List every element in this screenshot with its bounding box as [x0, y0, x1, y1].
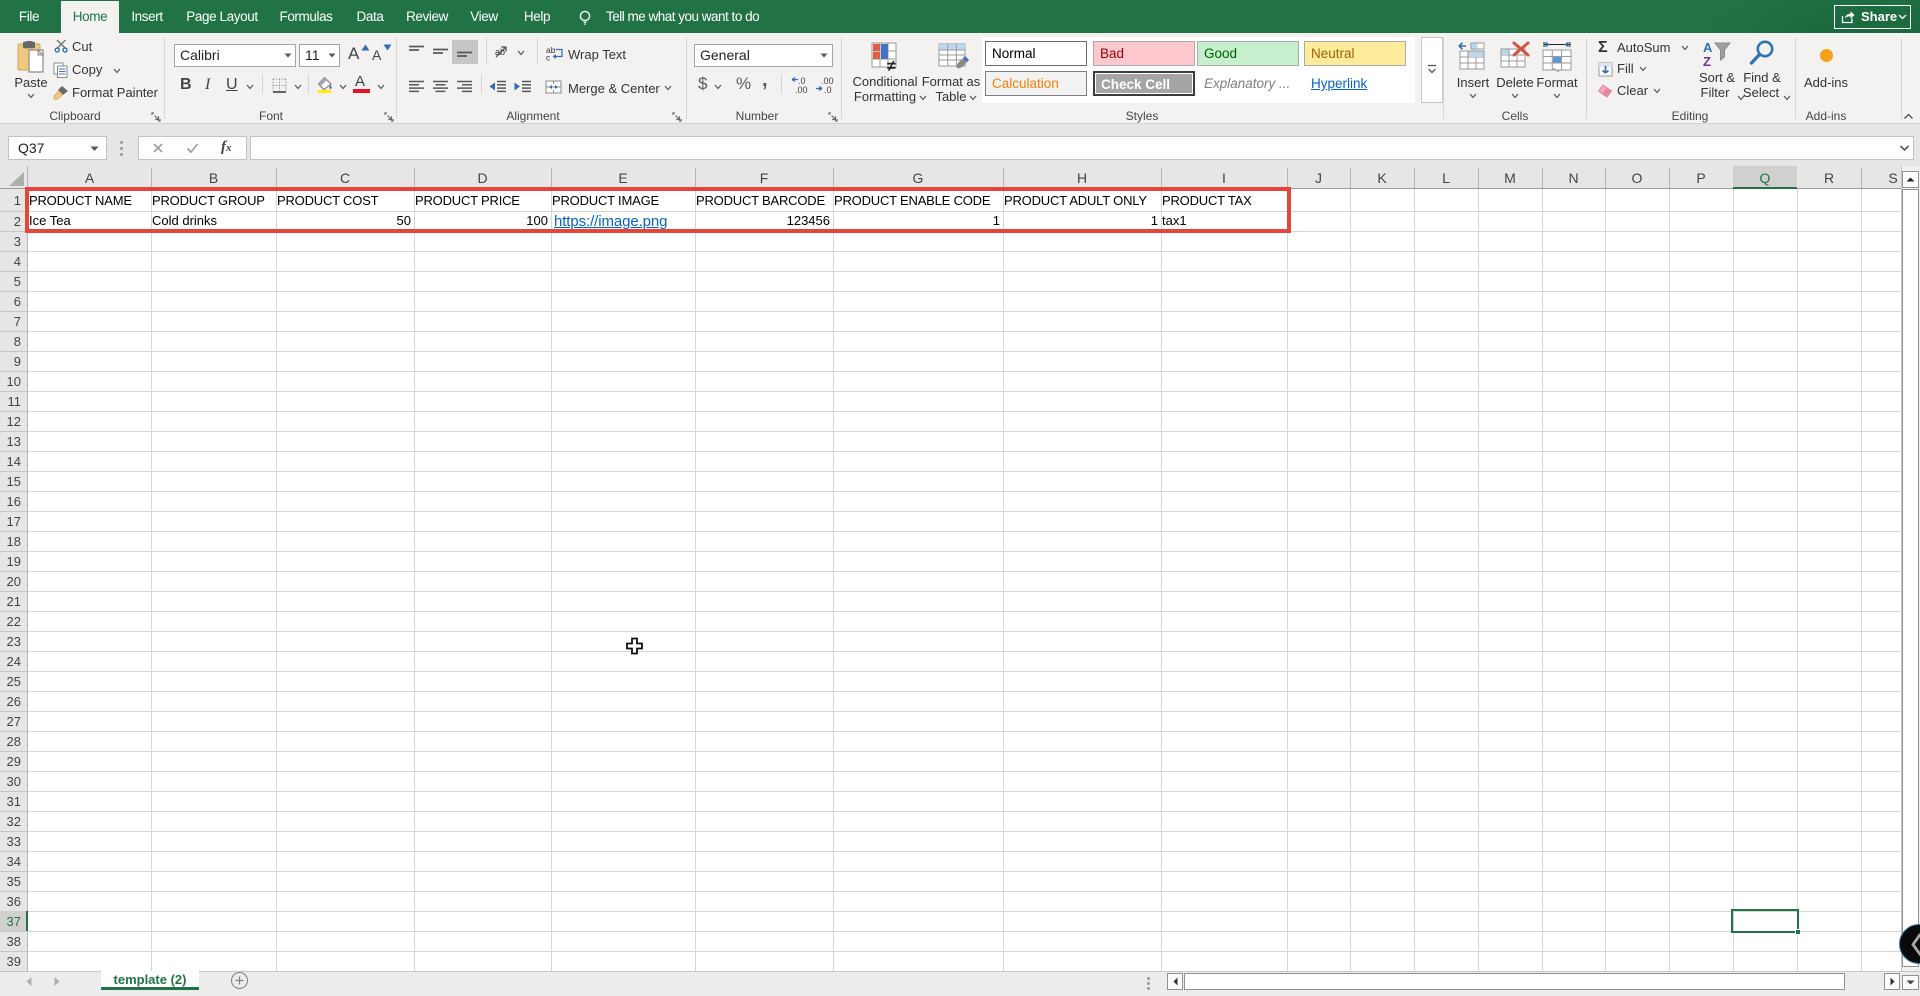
svg-text:.0: .0 [824, 85, 832, 94]
svg-text:Z: Z [1703, 54, 1711, 67]
svg-text:A: A [1703, 41, 1713, 55]
svg-text:.00: .00 [795, 85, 808, 94]
svg-text:≠: ≠ [887, 58, 896, 73]
svg-text:ab: ab [495, 47, 505, 57]
